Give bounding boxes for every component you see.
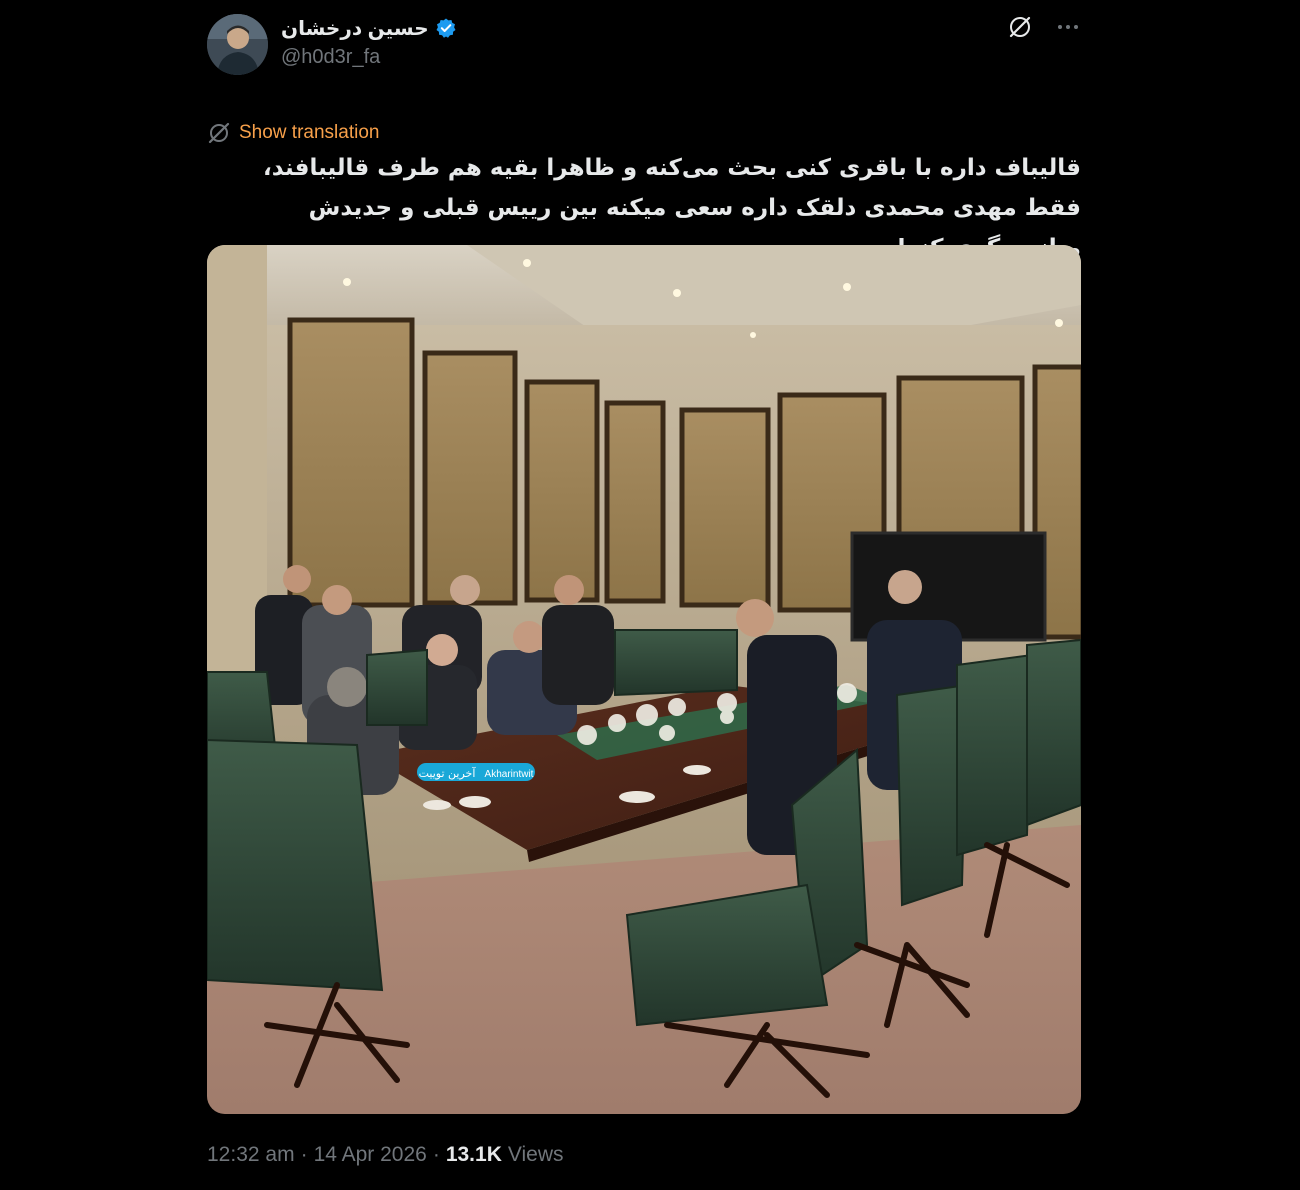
grok-icon[interactable] (1007, 14, 1033, 40)
meta-separator: · (432, 1143, 440, 1166)
show-translation-link[interactable]: Show translation (207, 121, 379, 145)
tweet-time[interactable]: 12:32 am (207, 1143, 295, 1167)
tweet-meta: 12:32 am · 14 Apr 2026 · 13.1K Views (207, 1143, 564, 1167)
show-translation-label: Show translation (239, 122, 380, 143)
tweet-photo[interactable]: آخرین توییت Akharintwit (207, 245, 1081, 1114)
avatar[interactable] (207, 14, 268, 75)
meta-separator: · (300, 1143, 308, 1166)
photo-watermark-handle: Akharintwit (485, 769, 534, 780)
photo-watermark-name: آخرین توییت (419, 766, 477, 780)
header-actions (1007, 14, 1081, 40)
author-display-name[interactable]: حسین درخشان (281, 16, 429, 41)
author-block[interactable]: حسین درخشان @h0d3r_fa (281, 14, 457, 74)
verified-badge-icon (436, 18, 456, 38)
views-label: Views (507, 1143, 564, 1166)
tweet-date[interactable]: 14 Apr 2026 (314, 1143, 427, 1167)
author-handle[interactable]: @h0d3r_fa (281, 46, 457, 69)
views-count: 13.1K (445, 1143, 502, 1166)
more-icon[interactable] (1055, 14, 1081, 40)
translate-icon (208, 122, 230, 144)
tweet-card: حسین درخشان @h0d3r_fa Show translation ق… (207, 0, 1081, 1190)
